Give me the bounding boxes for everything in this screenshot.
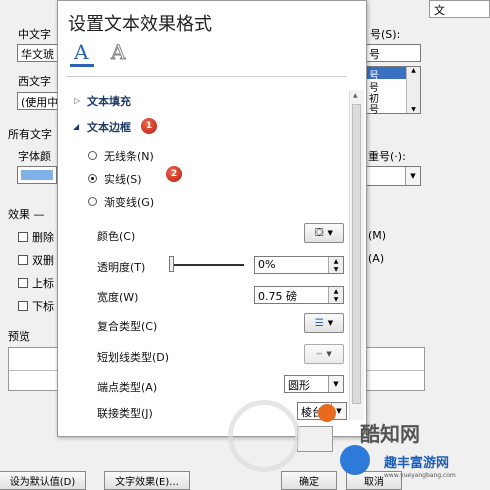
chevron-down-icon: ▼ xyxy=(327,229,333,237)
ok-button[interactable]: 确定 xyxy=(281,471,337,490)
superscript-checkbox[interactable] xyxy=(18,278,28,288)
cap-type-select[interactable]: 圆形 ▼ xyxy=(284,375,344,393)
western-font-field[interactable]: (使用中 xyxy=(17,92,61,110)
text-border-section[interactable]: 文本边框 xyxy=(87,119,131,135)
gradient-line-label: 渐变线(G) xyxy=(104,196,155,209)
text-fill-section[interactable]: 文本填充 xyxy=(87,93,131,109)
chinese-font-label: 中文字 xyxy=(18,28,51,41)
spinner-icon[interactable]: ▲ ▼ xyxy=(328,287,343,303)
color-picker-button[interactable]: ⛋ ▼ xyxy=(304,223,344,243)
step-2-badge: 2 xyxy=(166,166,182,182)
transparency-input[interactable]: 0% ▲ ▼ xyxy=(254,256,344,274)
format-text-effects-panel xyxy=(57,0,367,437)
preview-label: 预览 xyxy=(8,330,30,343)
list-item[interactable]: 号 xyxy=(366,67,409,82)
solid-line-radio[interactable] xyxy=(88,174,97,183)
no-line-label: 无线条(N) xyxy=(104,150,154,163)
text-effects-tab[interactable]: A xyxy=(108,40,134,68)
line-style-icon: ☰ xyxy=(314,317,324,329)
effects-label: 效果 — xyxy=(8,208,45,221)
chevron-down-icon[interactable]: ▼ xyxy=(405,167,420,185)
text-fill-outline-tab[interactable]: A xyxy=(70,40,96,68)
subscript-checkbox[interactable] xyxy=(18,301,28,311)
chinese-font-field[interactable]: 华文琥 xyxy=(17,44,61,62)
paint-bucket-icon: ⛋ xyxy=(315,226,324,239)
no-line-radio[interactable] xyxy=(88,151,97,160)
cap-type-label: 端点类型(A) xyxy=(97,381,158,394)
text-effects-icon: A xyxy=(110,40,126,65)
strikethrough-label: 删除 xyxy=(32,231,54,244)
transparency-label: 透明度(T) xyxy=(97,261,146,274)
color-label: 颜色(C) xyxy=(97,230,136,243)
step-1-badge: 1 xyxy=(141,118,157,134)
chevron-down-icon[interactable]: ▼ xyxy=(328,376,343,392)
dash-type-label: 短划线类型(D) xyxy=(97,351,170,364)
collapsed-triangle-icon[interactable]: ▷ xyxy=(74,96,80,105)
panel-scrollbar[interactable]: ▲ xyxy=(349,90,364,420)
tab-underline xyxy=(70,64,94,67)
chevron-down-icon: ▼ xyxy=(326,350,332,358)
transparency-slider-track[interactable] xyxy=(172,264,244,266)
text-effects-button[interactable]: 文字效果(E)... xyxy=(104,471,190,490)
width-input[interactable]: 0.75 磅 ▲ ▼ xyxy=(254,286,344,304)
scrollbar-thumb[interactable] xyxy=(352,104,361,404)
option-m-label: (M) xyxy=(368,229,387,242)
superscript-label: 上标 xyxy=(32,277,54,290)
font-size-field[interactable]: 号 xyxy=(365,44,421,62)
option-a-label: (A) xyxy=(368,252,385,265)
font-color-label: 字体颜 xyxy=(18,150,51,163)
all-text-label: 所有文字 xyxy=(8,128,52,141)
list-item[interactable]: 号 xyxy=(369,101,379,116)
font-size-list[interactable]: 号 号 初 号 ▲ ▼ xyxy=(365,66,421,116)
expanded-triangle-icon[interactable]: ◢ xyxy=(73,122,79,131)
watermark-dot-icon xyxy=(318,404,336,422)
watermark-logo-icon xyxy=(340,445,370,475)
font-color-picker[interactable] xyxy=(17,166,57,184)
top-right-box[interactable]: 文 xyxy=(429,0,490,18)
spinner-icon[interactable]: ▲ ▼ xyxy=(328,257,343,273)
panel-close-button[interactable] xyxy=(297,426,333,452)
western-font-label: 西文字 xyxy=(18,75,51,88)
compound-type-label: 复合类型(C) xyxy=(97,320,158,333)
watermark-logo xyxy=(228,400,300,472)
subscript-label: 下标 xyxy=(32,300,54,313)
dash-style-icon: ┅ xyxy=(316,348,323,360)
text-fill-icon: A xyxy=(74,40,89,64)
gradient-line-radio[interactable] xyxy=(88,197,97,206)
scroll-up-icon[interactable]: ▲ xyxy=(353,92,358,99)
panel-title: 设置文本效果格式 xyxy=(68,14,212,35)
emphasis-select[interactable]: ▼ xyxy=(365,166,421,186)
strikethrough-checkbox[interactable] xyxy=(18,232,28,242)
transparency-slider-thumb[interactable] xyxy=(169,256,174,272)
watermark-brand: 酷知网 xyxy=(360,422,420,446)
solid-line-label: 实线(S) xyxy=(104,173,142,186)
width-label: 宽度(W) xyxy=(97,291,139,304)
preview-box xyxy=(8,347,58,391)
chevron-down-icon: ▼ xyxy=(327,319,334,327)
emphasis-label: 重号(·): xyxy=(368,150,406,163)
double-strikethrough-checkbox[interactable] xyxy=(18,255,28,265)
list-scrollbar[interactable]: ▲ ▼ xyxy=(406,67,420,113)
font-size-label: 号(S): xyxy=(370,28,401,41)
watermark-url: www.yueyangbang.com xyxy=(384,472,456,479)
divider xyxy=(66,76,346,77)
watermark-brand-2: 趣丰富游网 xyxy=(384,456,450,471)
preview-box-right xyxy=(365,347,425,391)
font-color-swatch xyxy=(21,170,53,180)
set-default-button[interactable]: 设为默认值(D) xyxy=(0,471,86,490)
join-type-label: 联接类型(J) xyxy=(97,407,153,420)
compound-type-button[interactable]: ☰ ▼ xyxy=(304,313,344,333)
double-strikethrough-label: 双删 xyxy=(32,254,54,267)
dash-type-button[interactable]: ┅ ▼ xyxy=(304,344,344,364)
